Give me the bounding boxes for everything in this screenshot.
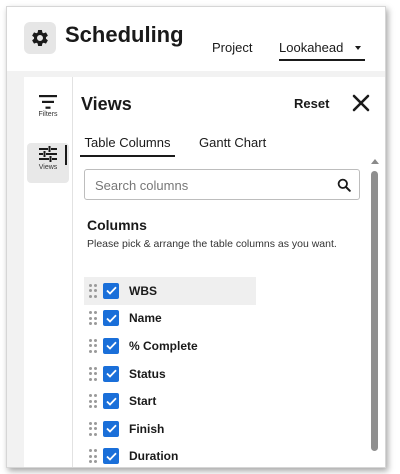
close-button[interactable] xyxy=(351,93,371,113)
drag-handle-icon[interactable] xyxy=(89,449,97,464)
search-icon[interactable] xyxy=(337,178,351,192)
panel-title: Views xyxy=(81,94,132,114)
caret-down-icon xyxy=(355,45,362,50)
column-label: WBS xyxy=(129,283,157,298)
tab-table-columns[interactable]: Table Columns xyxy=(80,135,175,157)
scheduling-window: Scheduling Project Lookahead Filters Vie… xyxy=(6,6,386,468)
drag-handle-icon[interactable] xyxy=(89,421,97,436)
column-list: WBS Name % Complete Status Start Finish … xyxy=(84,277,356,467)
main-area: Filters Views Views Reset Table Columns … xyxy=(7,71,385,467)
search-columns-input[interactable] xyxy=(95,176,325,194)
column-row-wbs[interactable]: WBS xyxy=(84,277,256,305)
rail-label-filters: Filters xyxy=(38,111,58,118)
scrollbar-thumb[interactable] xyxy=(371,171,378,451)
drag-handle-icon[interactable] xyxy=(89,366,97,381)
column-label: Status xyxy=(129,366,166,381)
column-checkbox[interactable] xyxy=(103,310,119,327)
rail-label-views: Views xyxy=(38,164,58,171)
drag-handle-icon[interactable] xyxy=(89,394,97,409)
column-checkbox[interactable] xyxy=(103,448,119,465)
column-checkbox[interactable] xyxy=(103,282,119,299)
reset-button[interactable]: Reset xyxy=(294,96,329,111)
column-checkbox[interactable] xyxy=(103,420,119,437)
nav-tab-project[interactable]: Project xyxy=(212,40,252,55)
drag-handle-icon[interactable] xyxy=(89,283,97,298)
checkmark-icon xyxy=(105,314,117,323)
column-row-name[interactable]: Name xyxy=(84,305,356,333)
column-label: Duration xyxy=(129,449,179,464)
checkmark-icon xyxy=(105,342,117,351)
nav-tab-lookahead[interactable]: Lookahead xyxy=(279,40,365,61)
section-description: Please pick & arrange the table columns … xyxy=(87,238,337,250)
checkmark-icon xyxy=(105,397,117,406)
section-title: Columns xyxy=(87,217,147,233)
column-label: % Complete xyxy=(129,338,198,353)
app-header: Scheduling Project Lookahead xyxy=(7,7,385,71)
column-label: Name xyxy=(129,311,162,326)
column-row-start[interactable]: Start xyxy=(84,387,356,415)
scrollbar[interactable] xyxy=(370,159,380,467)
checkmark-icon xyxy=(105,286,117,296)
side-rail: Filters Views xyxy=(24,77,72,467)
rail-item-views[interactable]: Views xyxy=(27,143,69,183)
rail-item-filters[interactable]: Filters xyxy=(27,95,69,118)
settings-button[interactable] xyxy=(24,22,56,54)
app-title: Scheduling xyxy=(65,22,184,47)
filter-icon xyxy=(39,95,57,109)
column-row-percent-complete[interactable]: % Complete xyxy=(84,332,356,360)
column-label: Finish xyxy=(129,421,165,436)
drag-handle-icon[interactable] xyxy=(89,311,97,326)
tab-gantt-chart[interactable]: Gantt Chart xyxy=(199,135,266,155)
column-checkbox[interactable] xyxy=(103,393,119,410)
sliders-icon xyxy=(39,146,57,162)
checkmark-icon xyxy=(105,424,117,434)
nav-tab-lookahead-label: Lookahead xyxy=(279,40,344,55)
search-box xyxy=(84,169,360,200)
active-rail-indicator xyxy=(65,145,67,165)
column-checkbox[interactable] xyxy=(103,337,119,354)
checkmark-icon xyxy=(105,452,117,461)
column-row-duration[interactable]: Duration xyxy=(84,443,356,467)
checkmark-icon xyxy=(105,369,117,378)
column-checkbox[interactable] xyxy=(103,365,119,382)
drag-handle-icon[interactable] xyxy=(89,338,97,353)
column-label: Start xyxy=(129,394,157,409)
scroll-up-arrow-icon[interactable] xyxy=(371,159,379,164)
close-icon xyxy=(352,94,370,112)
column-row-finish[interactable]: Finish xyxy=(84,415,356,443)
views-panel: Views Reset Table Columns Gantt Chart Co… xyxy=(72,77,385,467)
gear-icon xyxy=(32,29,48,46)
column-row-status[interactable]: Status xyxy=(84,360,356,388)
